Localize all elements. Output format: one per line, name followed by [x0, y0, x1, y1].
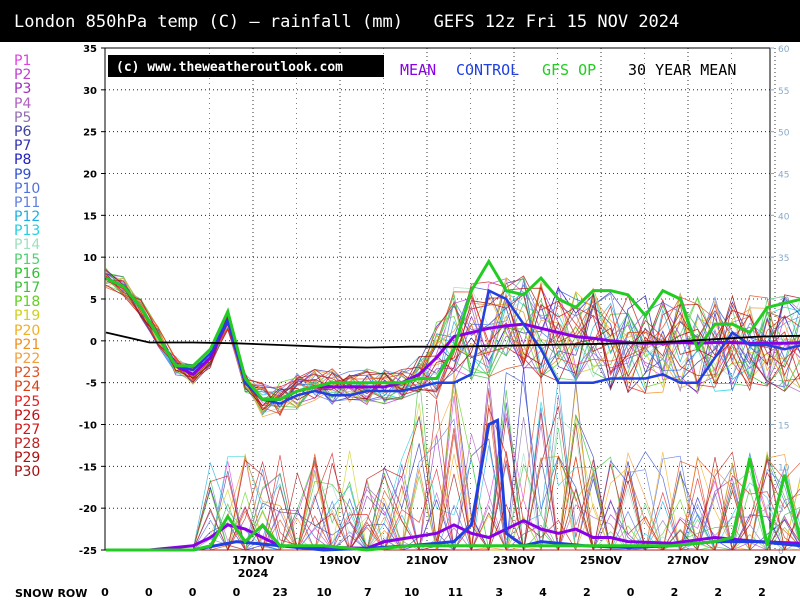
y-tick-label: -20 — [79, 504, 97, 515]
ensemble-member-rain-line — [106, 401, 800, 551]
x-tick-label: 27NOV — [667, 554, 710, 567]
legend-entry: CONTROL — [456, 61, 519, 79]
y-tick-label: 20 — [83, 170, 97, 181]
snow-row-value: 4 — [539, 586, 547, 599]
x-tick-label: 19NOV — [319, 554, 362, 567]
y-tick-label: 0 — [90, 337, 97, 348]
ensemble-member-rain-line — [106, 424, 800, 551]
snow-row-value: 0 — [189, 586, 197, 599]
y2-tick-label: 55 — [778, 87, 789, 97]
x-tick-label: 17NOV — [232, 554, 275, 567]
y-tick-label: 35 — [83, 44, 97, 55]
snow-row-value: 2 — [758, 586, 766, 599]
snow-row-value: 2 — [583, 586, 591, 599]
y-tick-label: 25 — [83, 128, 97, 139]
snow-row-value: 0 — [101, 586, 109, 599]
legend-entry: 30 YEAR MEAN — [628, 61, 736, 79]
legend-entry: MEAN — [400, 61, 436, 79]
legend-entry: GFS OP — [542, 61, 596, 79]
y-tick-label: 5 — [90, 295, 97, 306]
snow-row-value: 10 — [404, 586, 420, 599]
y2-tick-label: 35 — [778, 254, 789, 264]
copyright-text: (c) www.theweatheroutlook.com — [116, 60, 343, 75]
y2-tick-label: 15 — [778, 422, 789, 432]
x-tick-label: 29NOV — [754, 554, 797, 567]
snow-row-value: 0 — [627, 586, 635, 599]
y2-tick-label: 40 — [778, 212, 790, 222]
ensemble-member-rain-line — [106, 402, 800, 552]
y-tick-label: -5 — [86, 379, 97, 390]
snow-row-value: 0 — [145, 586, 153, 599]
x-tick-label: 25NOV — [580, 554, 623, 567]
snow-row-value: 10 — [316, 586, 332, 599]
y-tick-label: 10 — [83, 253, 97, 264]
x-tick-label: 23NOV — [493, 554, 536, 567]
y2-tick-label: 50 — [778, 129, 790, 139]
y-tick-label: 30 — [83, 86, 97, 97]
snow-row-value: 0 — [233, 586, 241, 599]
y2-tick-label: 60 — [778, 45, 790, 55]
snow-row-label: SNOW ROW — [15, 587, 88, 600]
x-tick-sublabel: 2024 — [238, 567, 269, 580]
chart: 35302520151050-5-10-15-20-25605550454035… — [79, 44, 800, 599]
y-tick-label: -25 — [79, 546, 97, 557]
snow-row-value: 23 — [273, 586, 288, 599]
snow-row-value: 3 — [495, 586, 503, 599]
y-tick-label: -15 — [79, 462, 97, 473]
y2-tick-label: 45 — [778, 171, 789, 181]
x-tick-label: 21NOV — [406, 554, 449, 567]
snow-row-value: 11 — [448, 586, 463, 599]
snow-row-value: 2 — [671, 586, 679, 599]
snow-row-value: 7 — [364, 586, 372, 599]
y-tick-label: -10 — [79, 421, 97, 432]
y-tick-label: 15 — [83, 211, 97, 222]
snow-row-value: 2 — [714, 586, 722, 599]
